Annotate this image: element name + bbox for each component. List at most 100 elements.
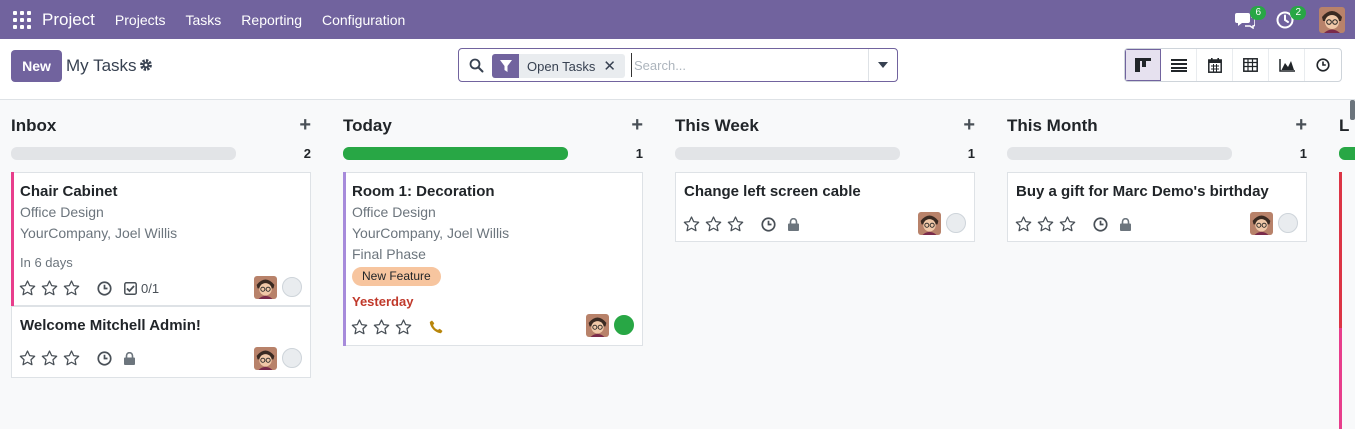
facet-remove-icon[interactable]: ✕ bbox=[603, 57, 625, 75]
column-title[interactable]: This Month bbox=[1007, 116, 1098, 136]
task-stage: Final Phase bbox=[352, 246, 426, 262]
star-icon[interactable] bbox=[351, 318, 373, 336]
assignee-avatar[interactable] bbox=[586, 314, 609, 337]
star-icon[interactable] bbox=[63, 349, 85, 367]
pivot-view-button[interactable] bbox=[1233, 49, 1269, 81]
star-icon[interactable] bbox=[373, 318, 395, 336]
graph-view-button[interactable] bbox=[1269, 49, 1305, 81]
star-icon[interactable] bbox=[683, 215, 705, 233]
filter-icon bbox=[492, 54, 519, 78]
kanban-card[interactable]: Room 1: Decoration Office Design YourCom… bbox=[343, 172, 643, 346]
app-menu-icon[interactable] bbox=[13, 10, 31, 29]
list-view-button[interactable] bbox=[1161, 49, 1197, 81]
assignee-avatar[interactable] bbox=[1250, 212, 1273, 235]
column-count: 1 bbox=[1299, 146, 1307, 161]
menu-tasks[interactable]: Tasks bbox=[186, 12, 222, 28]
control-panel: New My Tasks Open Tasks ✕ bbox=[0, 39, 1355, 100]
menu-projects[interactable]: Projects bbox=[115, 12, 166, 28]
star-icon[interactable] bbox=[1059, 215, 1081, 233]
kanban-state-indicator[interactable] bbox=[282, 277, 302, 297]
column-progress-bar[interactable] bbox=[675, 147, 900, 160]
search-options-toggle[interactable] bbox=[868, 49, 897, 81]
kanban-state-indicator[interactable] bbox=[946, 213, 966, 233]
activity-clock-icon[interactable] bbox=[97, 280, 112, 296]
kanban-state-indicator[interactable] bbox=[282, 348, 302, 368]
search-input[interactable] bbox=[631, 53, 863, 77]
quick-create-icon[interactable]: + bbox=[299, 115, 311, 135]
task-title: Chair Cabinet bbox=[20, 183, 118, 200]
star-icon[interactable] bbox=[63, 279, 85, 297]
kanban-icon bbox=[1135, 58, 1151, 72]
star-icon[interactable] bbox=[1015, 215, 1037, 233]
column-title[interactable]: Inbox bbox=[11, 116, 56, 136]
subtask-count: 0/1 bbox=[141, 280, 160, 296]
activities-badge: 2 bbox=[1290, 5, 1306, 20]
activity-clock-icon[interactable] bbox=[761, 216, 776, 232]
facet-label: Open Tasks bbox=[527, 58, 596, 74]
horizontal-scrollbar[interactable] bbox=[1350, 100, 1355, 120]
activities-button[interactable]: 2 bbox=[1273, 5, 1306, 32]
messaging-button[interactable]: 6 bbox=[1233, 5, 1266, 32]
column-title[interactable]: L bbox=[1339, 116, 1349, 136]
column-progress-bar[interactable] bbox=[1007, 147, 1232, 160]
star-icon[interactable] bbox=[395, 318, 417, 336]
task-deadline: Yesterday bbox=[352, 294, 414, 309]
task-title: Welcome Mitchell Admin! bbox=[20, 317, 201, 334]
task-title: Change left screen cable bbox=[684, 183, 861, 200]
column-progress-bar[interactable] bbox=[343, 147, 568, 160]
view-switcher bbox=[1124, 48, 1342, 82]
color-stripe bbox=[1339, 328, 1342, 429]
area-chart-icon bbox=[1278, 58, 1295, 72]
column-title[interactable]: This Week bbox=[675, 116, 759, 136]
user-avatar[interactable] bbox=[1319, 6, 1345, 33]
task-customer: YourCompany, Joel Willis bbox=[20, 225, 178, 241]
activity-view-button[interactable] bbox=[1305, 49, 1341, 81]
kanban-state-indicator[interactable] bbox=[614, 315, 634, 335]
star-icon[interactable] bbox=[19, 279, 41, 297]
checkbox-icon[interactable]: 0/1 bbox=[124, 281, 159, 296]
assignee-avatar[interactable] bbox=[918, 212, 941, 235]
tag-badge: New Feature bbox=[352, 267, 441, 286]
star-icon[interactable] bbox=[1037, 215, 1059, 233]
quick-create-icon[interactable]: + bbox=[1295, 115, 1307, 135]
kanban-board: Inbox + 2 Chair Cabinet Office Design Yo… bbox=[0, 100, 1355, 429]
column-count: 1 bbox=[967, 146, 975, 161]
quick-create-icon[interactable]: + bbox=[631, 115, 643, 135]
kanban-state-indicator[interactable] bbox=[1278, 213, 1298, 233]
kanban-card[interactable]: Welcome Mitchell Admin! bbox=[11, 306, 311, 378]
task-project: Office Design bbox=[352, 204, 436, 220]
star-icon[interactable] bbox=[41, 349, 63, 367]
gear-icon[interactable] bbox=[139, 58, 153, 75]
search-icon bbox=[469, 58, 484, 76]
list-icon bbox=[1170, 58, 1187, 72]
kanban-card[interactable]: Chair Cabinet Office Design YourCompany,… bbox=[11, 172, 311, 306]
column-progress-bar[interactable] bbox=[11, 147, 236, 160]
star-icon[interactable] bbox=[727, 215, 749, 233]
calendar-view-button[interactable] bbox=[1197, 49, 1233, 81]
star-icon[interactable] bbox=[705, 215, 727, 233]
column-progress-bar[interactable] bbox=[1339, 147, 1355, 160]
star-icon[interactable] bbox=[41, 279, 63, 297]
menu-configuration[interactable]: Configuration bbox=[322, 12, 405, 28]
kanban-view-button[interactable] bbox=[1125, 49, 1161, 81]
top-navbar: Project Projects Tasks Reporting Configu… bbox=[0, 0, 1355, 39]
color-stripe bbox=[343, 172, 346, 346]
new-button[interactable]: New bbox=[11, 50, 62, 82]
app-title[interactable]: Project bbox=[42, 10, 95, 30]
star-icon[interactable] bbox=[19, 349, 41, 367]
assignee-avatar[interactable] bbox=[254, 276, 277, 299]
activity-clock-icon[interactable] bbox=[1093, 216, 1108, 232]
kanban-column-partial: L bbox=[1339, 100, 1355, 429]
phone-icon[interactable] bbox=[429, 320, 443, 334]
quick-create-icon[interactable]: + bbox=[963, 115, 975, 135]
kanban-card[interactable]: Change left screen cable bbox=[675, 172, 975, 242]
assignee-avatar[interactable] bbox=[254, 347, 277, 370]
task-customer: YourCompany, Joel Willis bbox=[352, 225, 510, 241]
pivot-icon bbox=[1243, 58, 1258, 72]
menu-reporting[interactable]: Reporting bbox=[241, 12, 302, 28]
search-facet: Open Tasks ✕ bbox=[492, 54, 625, 78]
activity-clock-icon[interactable] bbox=[97, 350, 112, 366]
column-title[interactable]: Today bbox=[343, 116, 392, 136]
task-title: Room 1: Decoration bbox=[352, 183, 495, 200]
kanban-card[interactable]: Buy a gift for Marc Demo's birthday bbox=[1007, 172, 1307, 242]
